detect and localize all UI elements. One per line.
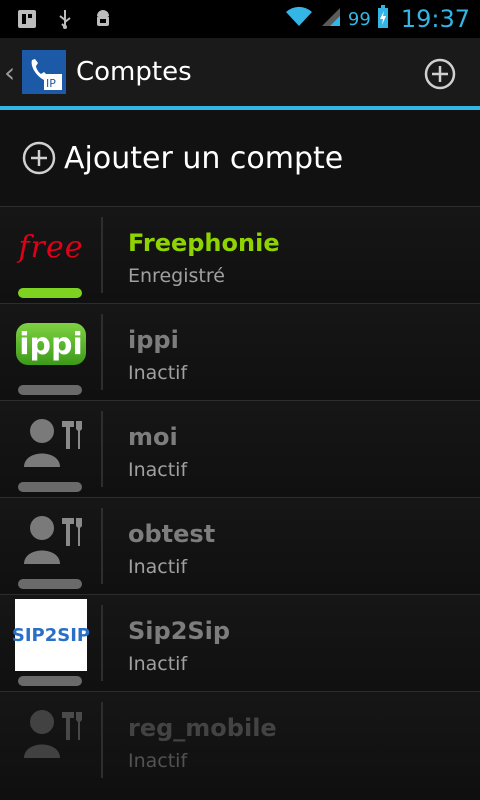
row-separator [101,217,103,293]
account-name: reg_mobile [128,714,277,742]
android-debug-icon [92,8,114,30]
app-logo-icon[interactable]: IP [22,50,66,94]
status-bar: 99 19:37 [0,0,480,38]
account-state-indicator [18,288,82,298]
account-row-freephonie[interactable]: free Freephonie Enregistré [0,206,480,303]
row-separator [101,314,103,390]
account-state-indicator [18,482,82,492]
add-account-button[interactable] [424,58,456,90]
usb-icon [54,8,76,30]
account-status: Inactif [128,459,188,481]
clock: 19:37 [400,5,470,33]
account-name: ippi [128,326,179,354]
account-row-moi[interactable]: moi Inactif [0,400,480,497]
add-circle-icon [22,141,56,175]
account-status: Inactif [128,362,188,384]
notification-sim-icon [16,8,38,30]
battery-charging-icon [377,5,389,33]
row-separator [101,702,103,778]
account-status: Inactif [128,653,188,675]
account-state-indicator [18,385,82,395]
account-status: Enregistré [128,265,225,287]
action-bar: ‹ IP Comptes [0,38,480,106]
user-tools-icon [14,700,88,764]
row-separator [101,508,103,584]
user-tools-icon [14,506,88,570]
account-status: Inactif [128,556,188,578]
account-name: obtest [128,520,216,548]
account-row-reg-mobile[interactable]: reg_mobile Inactif [0,691,480,788]
up-navigation-icon[interactable]: ‹ [4,56,18,89]
free-logo: free [18,229,84,265]
ippi-logo: ippi [14,312,88,376]
signal-icon [320,6,342,32]
account-name: Freephonie [128,229,280,257]
add-account-label: Ajouter un compte [64,140,344,176]
account-state-indicator [18,676,82,686]
row-separator [101,605,103,681]
account-name: moi [128,423,178,451]
wifi-icon [284,6,314,32]
accounts-list: free Freephonie Enregistré ippi ippi Ina… [0,206,480,788]
row-separator [101,411,103,487]
account-name: Sip2Sip [128,617,231,645]
account-row-obtest[interactable]: obtest Inactif [0,497,480,594]
battery-level: 99 [347,8,371,30]
svg-text:IP: IP [46,77,56,90]
account-row-sip2sip[interactable]: SIP2SIP Sip2Sip Inactif [0,594,480,691]
add-account-row[interactable]: Ajouter un compte [0,110,480,206]
page-title: Comptes [76,57,192,87]
account-status: Inactif [128,750,188,772]
account-row-ippi[interactable]: ippi ippi Inactif [0,303,480,400]
sip2sip-logo: SIP2SIP [12,599,90,671]
user-tools-icon [14,409,88,473]
account-state-indicator [18,579,82,589]
